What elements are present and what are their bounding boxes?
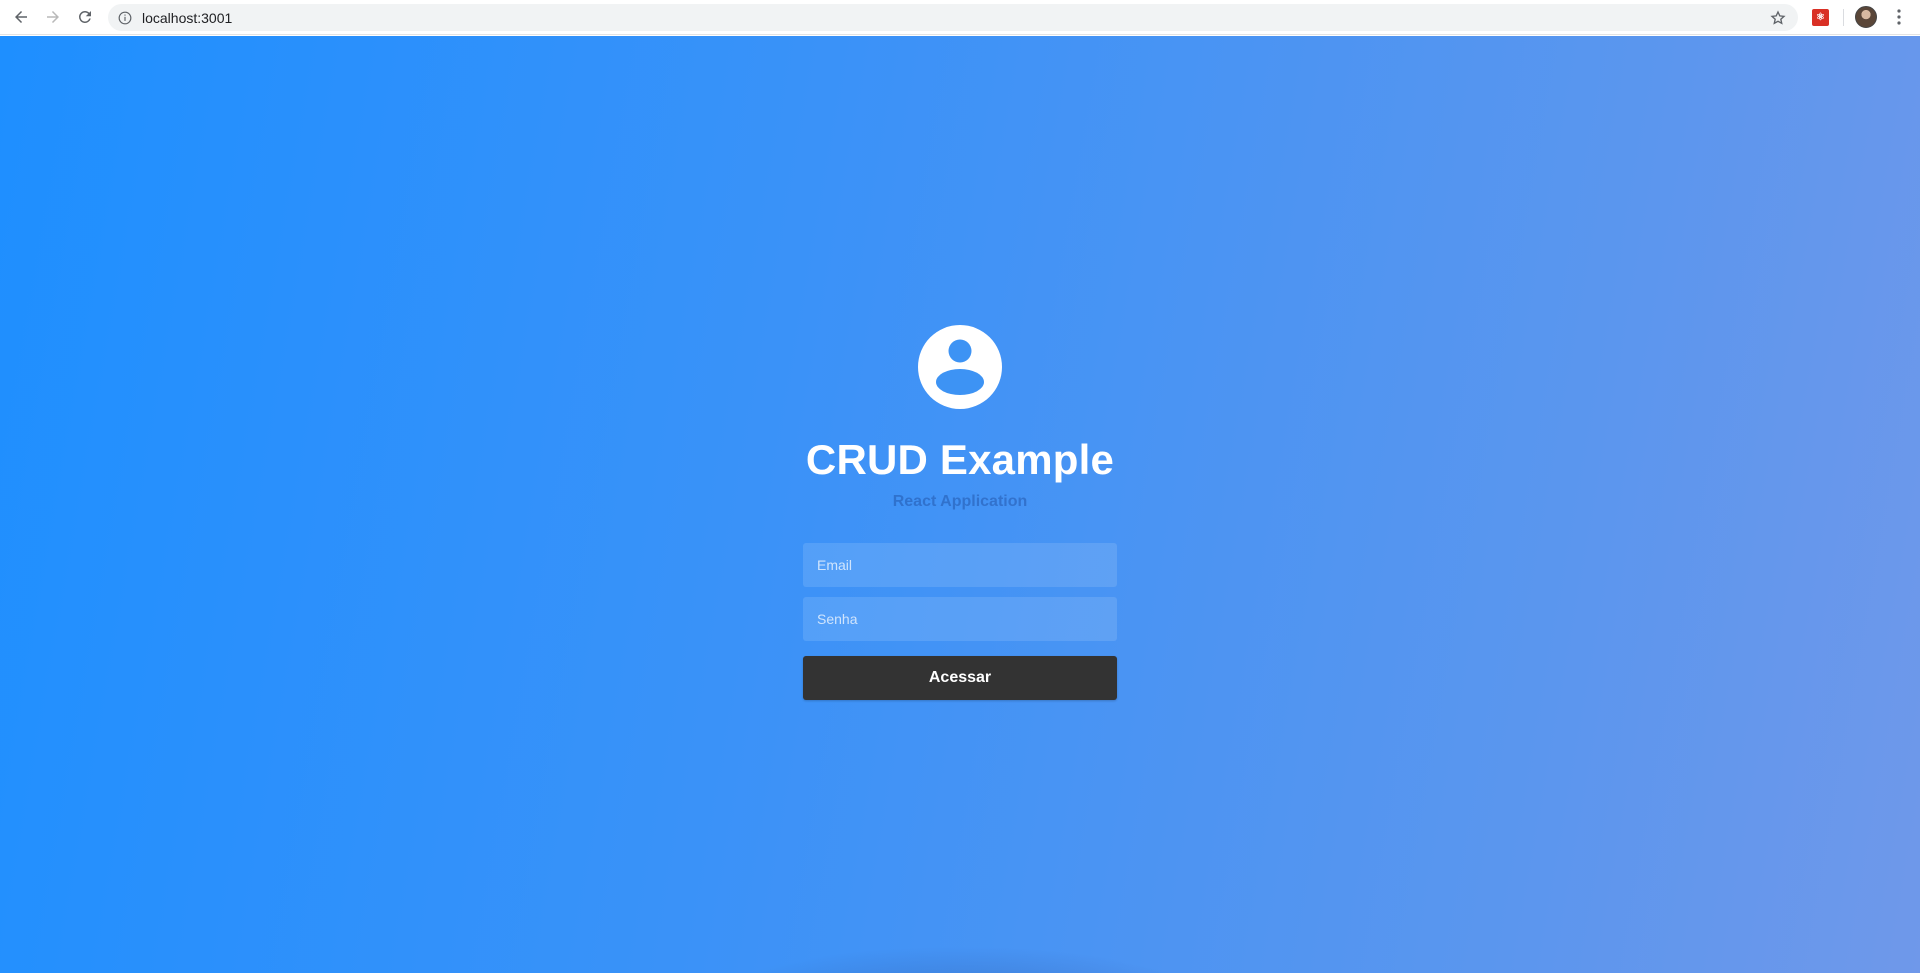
forward-button[interactable] xyxy=(38,2,68,32)
page-background: CRUD Example React Application Acessar xyxy=(0,36,1920,973)
reload-icon xyxy=(76,8,94,26)
submit-button[interactable]: Acessar xyxy=(803,656,1117,700)
profile-avatar[interactable] xyxy=(1855,6,1877,28)
page-subtitle: React Application xyxy=(892,493,1028,510)
page-title: CRUD Example xyxy=(805,436,1115,483)
url-text: localhost:3001 xyxy=(142,9,233,26)
address-bar[interactable]: localhost:3001 xyxy=(108,4,1798,31)
arrow-left-icon xyxy=(12,8,30,26)
login-form: CRUD Example React Application Acessar xyxy=(803,325,1117,700)
bottom-shadow xyxy=(700,946,1220,973)
kebab-menu-icon[interactable] xyxy=(1891,8,1907,26)
back-button[interactable] xyxy=(6,2,36,32)
user-circle-icon xyxy=(918,325,1002,409)
info-icon[interactable] xyxy=(118,11,132,25)
email-field[interactable] xyxy=(803,543,1117,587)
reload-button[interactable] xyxy=(70,2,100,32)
extension-icon[interactable]: ⚛ xyxy=(1812,9,1829,26)
arrow-right-icon xyxy=(44,8,62,26)
toolbar-divider xyxy=(1843,9,1844,26)
star-icon[interactable] xyxy=(1770,10,1786,26)
password-field[interactable] xyxy=(803,597,1117,641)
browser-toolbar: localhost:3001 ⚛ xyxy=(0,0,1920,35)
